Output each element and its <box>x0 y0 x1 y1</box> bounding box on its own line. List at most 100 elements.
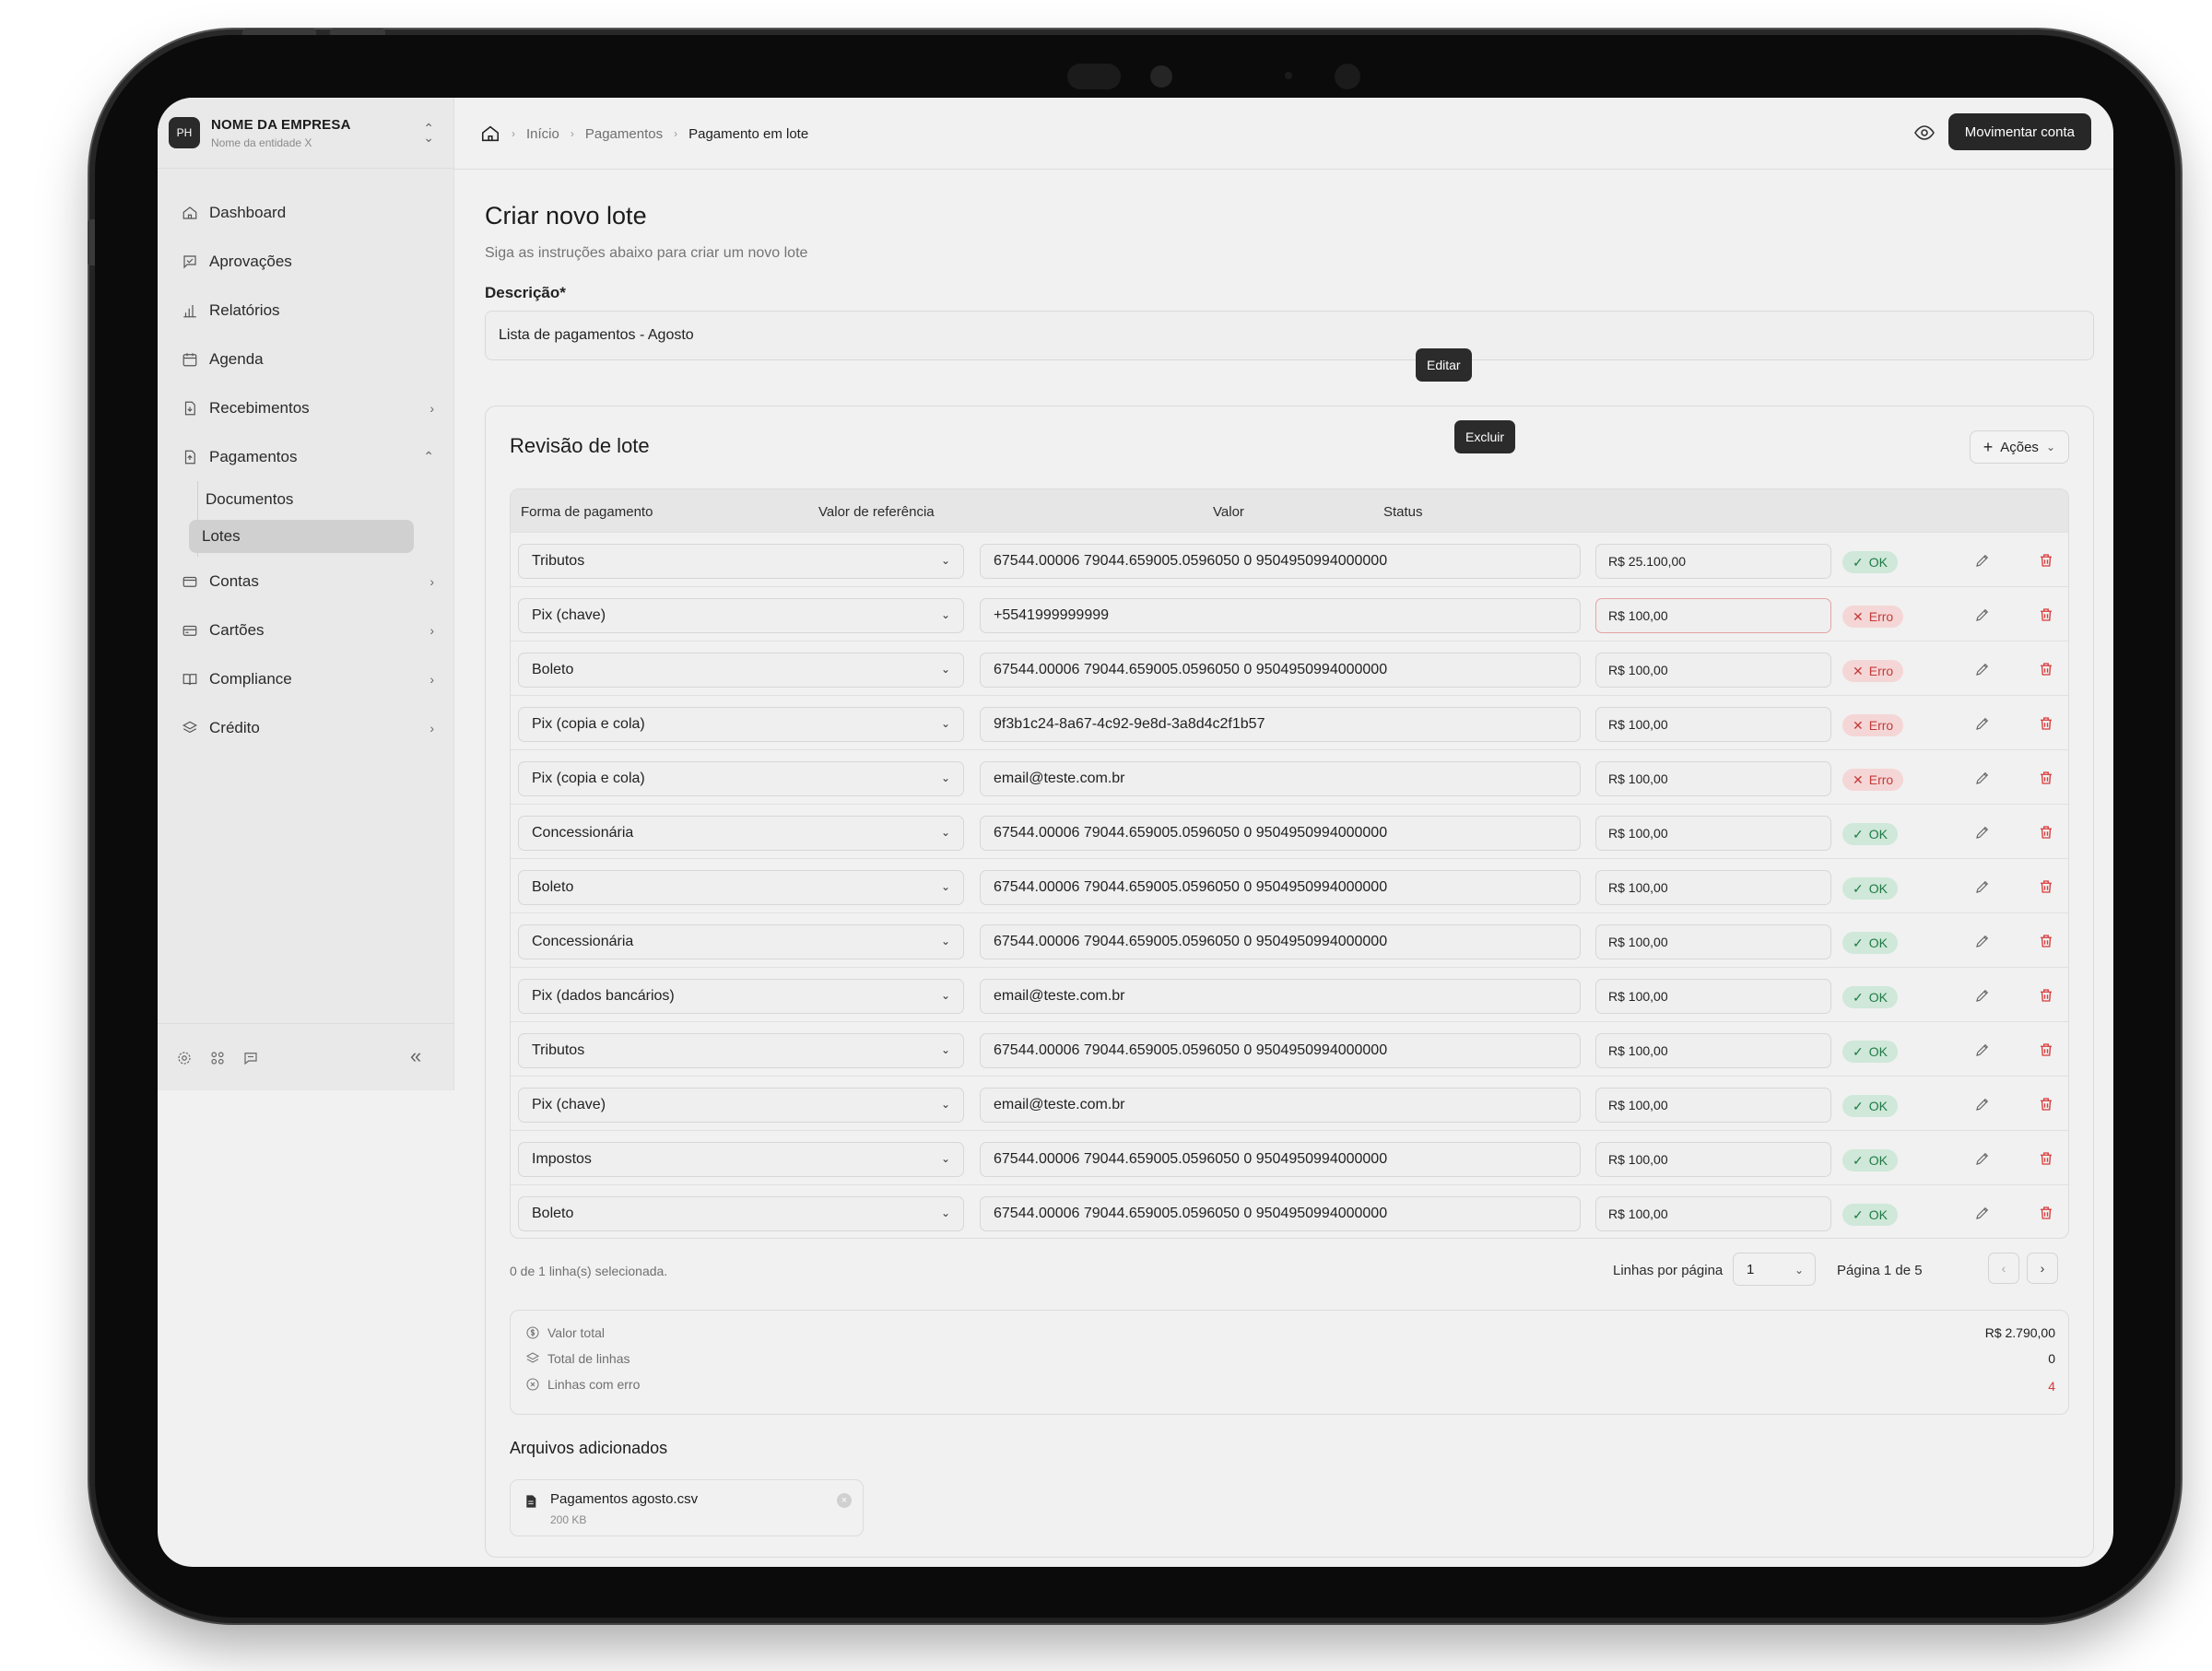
sidebar-item-cartoes[interactable]: Cartões › <box>169 606 443 654</box>
edit-icon[interactable] <box>1974 1150 1991 1167</box>
apps-icon[interactable] <box>209 1050 226 1071</box>
value-input[interactable]: R$ 100,00 <box>1595 761 1831 796</box>
trash-icon[interactable] <box>2038 715 2054 732</box>
value-input[interactable]: R$ 100,00 <box>1595 1196 1831 1231</box>
reference-input[interactable]: email@teste.com.br <box>980 761 1581 796</box>
edit-icon[interactable] <box>1974 933 1991 949</box>
value-input[interactable]: R$ 25.100,00 <box>1595 544 1831 579</box>
edit-icon[interactable] <box>1974 715 1991 732</box>
payment-method-select[interactable]: Boleto ⌄ <box>518 653 964 688</box>
sidebar-item-pagamentos[interactable]: Pagamentos ⌃ <box>169 432 443 481</box>
trash-icon[interactable] <box>2038 770 2054 786</box>
edit-icon[interactable] <box>1974 1041 1991 1058</box>
status-badge: ✕ Erro <box>1842 714 1904 736</box>
edit-icon[interactable] <box>1974 606 1991 623</box>
trash-icon[interactable] <box>2038 661 2054 677</box>
payment-method-select[interactable]: Tributos ⌄ <box>518 1033 964 1068</box>
payment-method-select[interactable]: Boleto ⌄ <box>518 1196 964 1231</box>
sidebar-item-aprovacoes[interactable]: Aprovações <box>169 237 443 286</box>
payment-method-select[interactable]: Pix (copia e cola) ⌄ <box>518 707 964 742</box>
value-input[interactable]: R$ 100,00 <box>1595 979 1831 1014</box>
edit-icon[interactable] <box>1974 1205 1991 1221</box>
edit-icon[interactable] <box>1974 661 1991 677</box>
collapse-sidebar-icon[interactable]: « <box>410 1044 421 1068</box>
trash-icon[interactable] <box>2038 987 2054 1004</box>
settings-icon[interactable] <box>176 1050 193 1071</box>
value-input[interactable]: R$ 100,00 <box>1595 1142 1831 1177</box>
value-input[interactable]: R$ 100,00 <box>1595 816 1831 851</box>
reference-input[interactable]: 67544.00006 79044.659005.0596050 0 95049… <box>980 870 1581 905</box>
sidebar-item-relatorios[interactable]: Relatórios <box>169 286 443 335</box>
edit-icon[interactable] <box>1974 878 1991 895</box>
prev-page-button[interactable]: ‹ <box>1988 1253 2019 1284</box>
total-lines-value: 0 <box>2048 1351 2055 1366</box>
reference-input[interactable]: +5541999999999 <box>980 598 1581 633</box>
reference-input[interactable]: email@teste.com.br <box>980 979 1581 1014</box>
trash-icon[interactable] <box>2038 1041 2054 1058</box>
payment-method-select[interactable]: Boleto ⌄ <box>518 870 964 905</box>
payment-method-select[interactable]: Concessionária ⌄ <box>518 924 964 959</box>
sidebar-subitem-lotes[interactable]: Lotes <box>189 520 414 553</box>
trash-icon[interactable] <box>2038 1205 2054 1221</box>
next-page-button[interactable]: › <box>2027 1253 2058 1284</box>
reference-input[interactable]: 67544.00006 79044.659005.0596050 0 95049… <box>980 924 1581 959</box>
edit-icon[interactable] <box>1974 987 1991 1004</box>
home-icon[interactable] <box>480 124 500 144</box>
actions-dropdown-button[interactable]: + Ações ⌄ <box>1969 430 2069 464</box>
value-input[interactable]: R$ 100,00 <box>1595 707 1831 742</box>
edit-icon[interactable] <box>1974 552 1991 569</box>
value-input[interactable]: R$ 100,00 <box>1595 1033 1831 1068</box>
company-switcher[interactable]: PH NOME DA EMPRESA Nome da entidade X ⌃ ⌄ <box>167 107 443 159</box>
status-badge: ✓ OK <box>1842 1095 1898 1117</box>
trash-icon[interactable] <box>2038 878 2054 895</box>
payment-method-select[interactable]: Pix (chave) ⌄ <box>518 598 964 633</box>
chat-icon[interactable] <box>242 1050 259 1071</box>
sidebar-item-contas[interactable]: Contas › <box>169 557 443 606</box>
reference-input[interactable]: 67544.00006 79044.659005.0596050 0 95049… <box>980 1142 1581 1177</box>
trash-icon[interactable] <box>2038 1096 2054 1112</box>
reference-input[interactable]: 67544.00006 79044.659005.0596050 0 95049… <box>980 653 1581 688</box>
reference-input[interactable]: 67544.00006 79044.659005.0596050 0 95049… <box>980 1196 1581 1231</box>
sidebar-subitem-documentos[interactable]: Documentos <box>169 481 443 518</box>
reference-input[interactable]: 67544.00006 79044.659005.0596050 0 95049… <box>980 544 1581 579</box>
sidebar-item-compliance[interactable]: Compliance › <box>169 654 443 703</box>
payment-method-select[interactable]: Impostos ⌄ <box>518 1142 964 1177</box>
description-input[interactable]: Lista de pagamentos - Agosto <box>485 311 2094 360</box>
value-input[interactable]: R$ 100,00 <box>1595 598 1831 633</box>
value-input[interactable]: R$ 100,00 <box>1595 924 1831 959</box>
company-entity: Nome da entidade X <box>211 135 312 149</box>
sidebar-item-recebimentos[interactable]: Recebimentos › <box>169 383 443 432</box>
trash-icon[interactable] <box>2038 552 2054 569</box>
payment-method-select[interactable]: Pix (chave) ⌄ <box>518 1088 964 1123</box>
payment-method-select[interactable]: Pix (copia e cola) ⌄ <box>518 761 964 796</box>
sidebar-item-agenda[interactable]: Agenda <box>169 335 443 383</box>
reference-input[interactable]: 67544.00006 79044.659005.0596050 0 95049… <box>980 1033 1581 1068</box>
value-input[interactable]: R$ 100,00 <box>1595 653 1831 688</box>
edit-icon[interactable] <box>1974 824 1991 841</box>
page-subtitle: Siga as instruções abaixo para criar um … <box>485 245 808 261</box>
reference-input[interactable]: 9f3b1c24-8a67-4c92-9e8d-3a8d4c2f1b57 <box>980 707 1581 742</box>
trash-icon[interactable] <box>2038 824 2054 841</box>
payment-method-select[interactable]: Tributos ⌄ <box>518 544 964 579</box>
value-input[interactable]: R$ 100,00 <box>1595 1088 1831 1123</box>
sidebar-item-dashboard[interactable]: Dashboard <box>169 188 443 237</box>
breadcrumb-inicio[interactable]: Início <box>526 126 559 142</box>
move-account-button[interactable]: Movimentar conta <box>1947 113 2091 150</box>
rows-per-page-select[interactable]: 1 ⌄ <box>1733 1253 1816 1286</box>
sensor <box>1335 64 1360 89</box>
reference-input[interactable]: email@teste.com.br <box>980 1088 1581 1123</box>
payment-method-select[interactable]: Concessionária ⌄ <box>518 816 964 851</box>
reference-input[interactable]: 67544.00006 79044.659005.0596050 0 95049… <box>980 816 1581 851</box>
edit-icon[interactable] <box>1974 1096 1991 1112</box>
breadcrumb-pagamentos[interactable]: Pagamentos <box>585 126 663 142</box>
eye-icon[interactable] <box>1913 122 1936 144</box>
sidebar-item-credito[interactable]: Crédito › <box>169 703 443 752</box>
remove-file-icon[interactable]: × <box>837 1493 852 1508</box>
trash-icon[interactable] <box>2038 933 2054 949</box>
edit-icon[interactable] <box>1974 770 1991 786</box>
file-name: Pagamentos agosto.csv <box>550 1491 699 1507</box>
trash-icon[interactable] <box>2038 606 2054 623</box>
trash-icon[interactable] <box>2038 1150 2054 1167</box>
value-input[interactable]: R$ 100,00 <box>1595 870 1831 905</box>
payment-method-select[interactable]: Pix (dados bancários) ⌄ <box>518 979 964 1014</box>
